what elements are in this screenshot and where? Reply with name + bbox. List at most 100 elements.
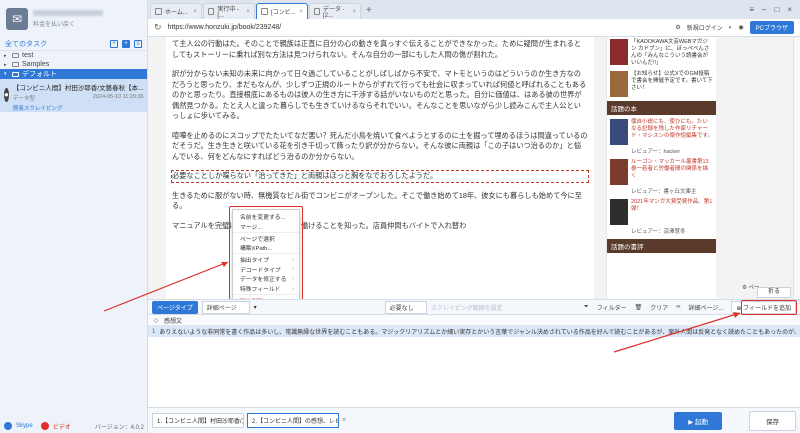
menu-select-in-page[interactable]: ページで選択 (233, 233, 299, 243)
task-type: データ型 (12, 96, 35, 102)
clear-button[interactable]: クリア (650, 303, 668, 312)
close-icon[interactable]: × (299, 9, 303, 15)
app-window: ✉ 料金を払い戻く 全てのタスク + + ≡ ▸ test ▸ Samples … (0, 0, 800, 433)
start-button[interactable]: ▶ 起動 (674, 411, 722, 430)
ad-item[interactable]: 「KADOKAWA文芸WEBマガジン カドブン」に、ほっぺぺんさんの「みんなこう… (607, 37, 716, 69)
folder-icon (12, 53, 19, 58)
trash-icon[interactable]: 🗑 (635, 304, 643, 311)
scrollbar[interactable] (793, 37, 800, 299)
chevron-right-icon: › (292, 275, 294, 282)
reviewer: レビュアー：涼澤慧冬 (631, 229, 686, 235)
eye-icon[interactable]: ◉ (738, 24, 743, 31)
skype-link[interactable]: Skype (16, 423, 33, 429)
highlight-outline (741, 300, 797, 315)
menu-decode-type[interactable]: デコードタイプ › (233, 264, 299, 274)
folder-icon (12, 62, 19, 67)
url-bar: ↻ https://www.honzuki.jp/book/239248/ ⚙ … (148, 19, 800, 37)
link-icon[interactable]: ∞ (676, 304, 680, 310)
need-select[interactable]: 必要なし (384, 300, 427, 314)
username-blurred (33, 9, 103, 16)
page-icon (155, 8, 162, 15)
task-title: 【コンビニ人間】村田沙耶香/文藝春秋【本... (12, 85, 144, 92)
page-tab-1[interactable]: 1.【コンビニ人間】村田沙耶香/文藝... (152, 413, 244, 428)
close-icon[interactable]: × (342, 417, 346, 424)
tab-running[interactable]: 実行中 - [... × (203, 3, 255, 19)
sidebar-bottom: Skype ビデオ バージョン：4.0.2 (0, 419, 148, 433)
chevron-down-icon[interactable]: ▾ (254, 304, 257, 311)
folder-test[interactable]: ▸ test (0, 51, 147, 60)
menu-special-field[interactable]: 特殊フィールド › (233, 284, 299, 294)
all-tasks-title[interactable]: 全てのタスク (5, 39, 106, 49)
version-label: バージョン：4.0.2 (94, 424, 144, 431)
task-list-header: 全てのタスク + + ≡ (0, 37, 147, 51)
checkbox-icon[interactable]: ◇ (148, 317, 164, 324)
add-folder-icon[interactable]: + (110, 39, 118, 48)
reload-icon[interactable]: ↻ (154, 22, 162, 33)
user-avatar-icon[interactable]: ✉ (6, 7, 28, 30)
pre-login-link[interactable]: 新規ログイン (687, 23, 723, 32)
table-row[interactable]: 1 ありえないような非同常を書く作品は多いし、常識無縁な世界を読むこともある。マ… (148, 326, 800, 337)
grid-header: ◇ 感想文 (148, 315, 800, 326)
menu-extract-type[interactable]: 抽出タイプ › (233, 255, 299, 265)
close-icon[interactable]: × (193, 9, 197, 15)
task-mode-link[interactable]: 簡易スクレイピング (13, 104, 144, 112)
filter-button[interactable]: フィルター (597, 303, 627, 312)
minimize-icon[interactable]: – (762, 5, 766, 14)
menu-icon[interactable]: ≡ (749, 5, 754, 14)
selected-paragraph[interactable]: 必要なことしか喋らない「治ってきた」と両親はほっと胸をなでおろしたようだ。 (171, 170, 589, 183)
tab-data[interactable]: データ - [2... × (309, 3, 361, 19)
browser-mode-button[interactable]: PCブラウザ (749, 21, 794, 34)
login-link[interactable]: 料金を払い戻く (33, 19, 141, 28)
close-window-icon[interactable]: × (787, 5, 792, 14)
tab-conveni[interactable]: [コンビ... × (256, 3, 308, 19)
expand-icon: ▸ (4, 61, 7, 68)
maximize-icon[interactable]: □ (774, 5, 779, 14)
menu-merge[interactable]: マージ... (233, 222, 299, 232)
settings-icon[interactable]: ≡ (134, 39, 142, 48)
save-button[interactable]: 保存 (749, 410, 796, 431)
page-type-tab[interactable]: ページタイプ (152, 300, 198, 314)
review-article: て主人公の行動はた。そのことで親族は正直に自分の心の動きを真っすぐ伝えることがで… (166, 37, 594, 299)
book-item[interactable]: 2021年マンガ大賞受賞作品、第1弾！ (607, 197, 716, 227)
page-icon (261, 8, 268, 15)
table-cell[interactable]: ありえないような非同常を書く作品は多いし、常識無縁な世界を読むこともある。マジッ… (159, 327, 800, 336)
detail-page-button[interactable]: 詳細ページ... (689, 303, 724, 312)
banner-image (610, 39, 628, 65)
reviewer: レビュアー：書ヶ丘文庫主 (631, 189, 697, 195)
collapse-icon: ▾ (4, 71, 7, 77)
cookie-icon[interactable]: ◐ (729, 25, 733, 31)
video-icon[interactable] (40, 422, 49, 430)
tab-home[interactable]: ホーム... × (150, 3, 202, 19)
video-link[interactable]: ビデオ (53, 422, 71, 431)
task-date: 2024-05-10 11:29:36 (92, 94, 144, 100)
skype-icon[interactable] (4, 422, 12, 430)
close-icon[interactable]: × (246, 9, 250, 15)
task-robot-icon: ● (4, 88, 9, 102)
menu-rename[interactable]: 名前を変更する... (233, 212, 299, 222)
column-header[interactable]: 感想文 (164, 316, 182, 325)
menu-modify-data[interactable]: データを修正する › (233, 274, 299, 284)
add-task-icon[interactable]: + (122, 39, 130, 48)
ad-item[interactable]: 【お知らせ】公式XでのGM投稿で書会を開催予定です。書いて下さい！ (607, 69, 716, 99)
scrape-range-hint[interactable]: スクレイピング範囲を設定 (431, 303, 503, 312)
page-select[interactable]: 詳細ページ (201, 300, 250, 314)
menu-xpath[interactable]: 構築XPath... (233, 243, 299, 253)
reviewer: レビュアー：hacker (631, 149, 681, 155)
book-item[interactable]: 僕自小説にも、使ひにも。たいなる記録を残した作家リチャード・マシスンの傑作短編集… (607, 117, 716, 147)
page-icon (314, 8, 320, 15)
close-icon[interactable]: × (352, 9, 356, 15)
new-tab-icon[interactable]: + (366, 5, 372, 16)
book-item[interactable]: ルーゴン・マッカール叢書第13巻一若者と労働者間の関係を描く (607, 157, 716, 187)
folder-samples[interactable]: ▸ Samples (0, 60, 147, 69)
folder-default[interactable]: ▾ デフォルト (0, 69, 147, 79)
paragraph[interactable]: 訳が分からない未知の未来に向かって日々過ごしていることがしばしばから不安で、マト… (172, 69, 588, 122)
url-field[interactable]: https://www.honzuki.jp/book/239248/ (168, 24, 670, 31)
book-cover-image (610, 119, 628, 145)
page-tab-2[interactable]: 2.【コンビニ人間】の感想、レビ... (247, 413, 339, 428)
paragraph[interactable]: 喧嘩を止めるのにスコップでたたいてなだ悪い？死んだ小鳥を焼いて食べようとするのに… (172, 131, 588, 163)
filter-icon[interactable]: ⏷ (584, 304, 589, 311)
collapse-button[interactable]: 折る (757, 287, 791, 298)
paragraph[interactable]: て主人公の行動はた。そのことで親族は正直に自分の心の動きを真っすぐ伝えることがで… (172, 39, 588, 60)
task-item[interactable]: ● 【コンビニ人間】村田沙耶香/文藝春秋【本... データ型 2024-05-10… (0, 79, 147, 112)
pre-login-icon[interactable]: ⚙ (675, 24, 680, 31)
